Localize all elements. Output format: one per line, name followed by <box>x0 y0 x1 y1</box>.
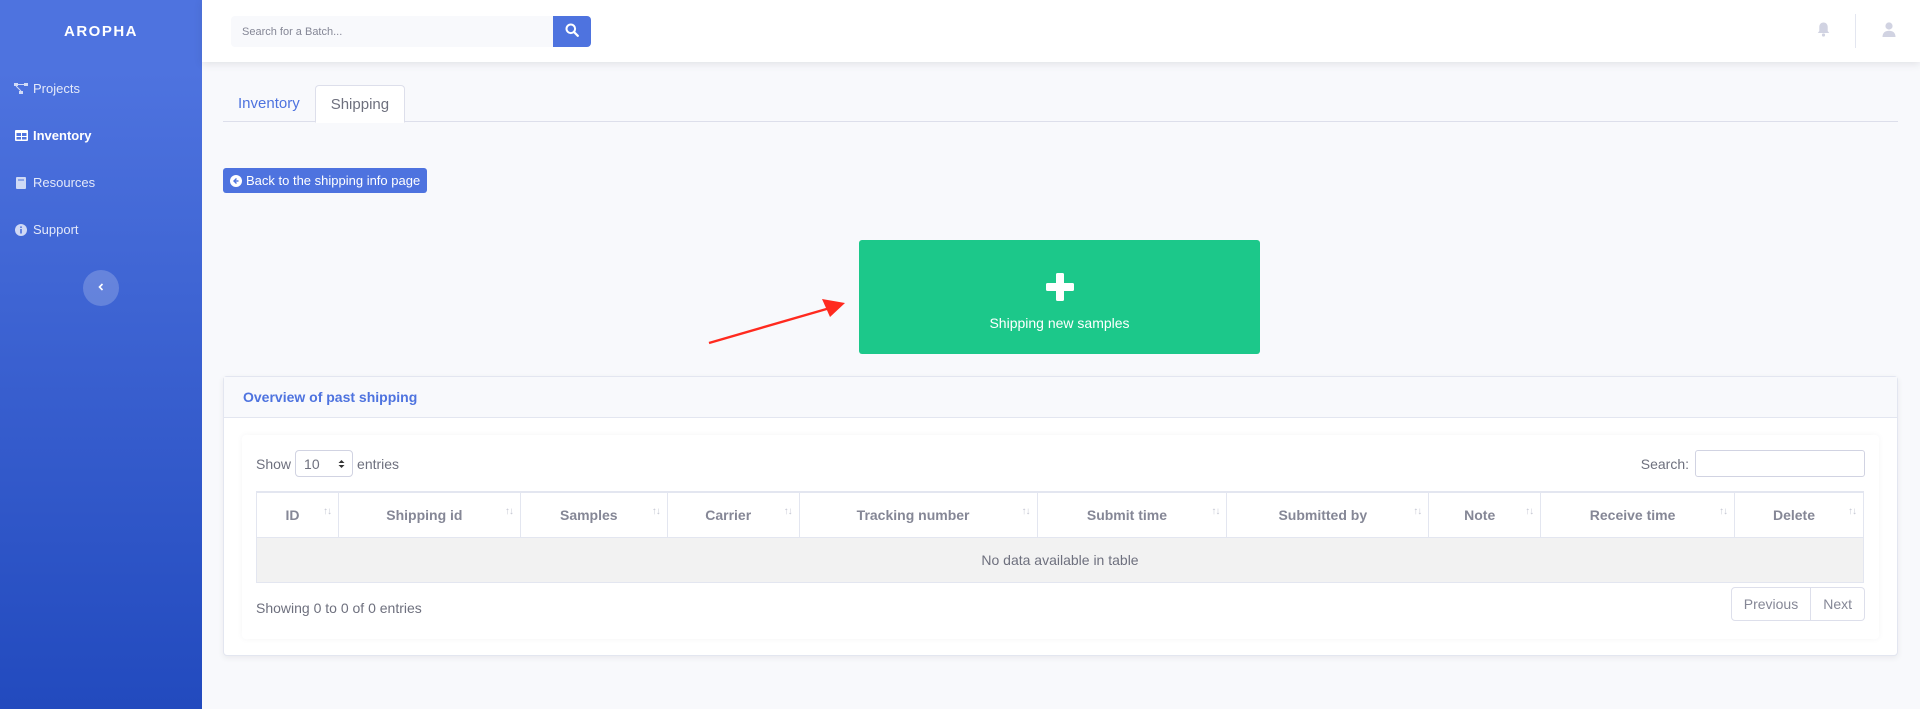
brand-logo[interactable]: AROPHA <box>0 0 202 62</box>
sort-icon: ↑↓ <box>1525 506 1534 517</box>
user-menu-button[interactable] <box>1882 22 1896 42</box>
tab-shipping[interactable]: Shipping <box>314 85 406 123</box>
back-to-shipping-info-button[interactable]: Back to the shipping info page <box>223 168 428 193</box>
entries-label: entries <box>357 455 400 472</box>
column-header-carrier[interactable]: Carrier ↑↓ <box>666 491 800 538</box>
page-length-value: 10 <box>304 455 320 472</box>
plus-icon <box>1045 272 1075 307</box>
topbar-divider <box>1855 14 1856 48</box>
page-length-select[interactable]: 10 <box>295 450 354 477</box>
column-header-receive-time[interactable]: Receive time ↑↓ <box>1540 491 1736 538</box>
sort-icon: ↑↓ <box>1848 506 1857 517</box>
column-header-samples[interactable]: Samples ↑↓ <box>519 491 668 538</box>
arrow-circle-left-icon <box>230 174 242 187</box>
sort-icon: ↑↓ <box>1719 506 1728 517</box>
sidebar-item-projects[interactable]: Projects <box>0 65 202 112</box>
sidebar: AROPHA Projects Inventory Resources Supp… <box>0 0 202 709</box>
show-label: Show <box>256 455 292 472</box>
shipping-new-samples-label: Shipping new samples <box>989 315 1130 331</box>
search-button[interactable] <box>553 16 591 47</box>
sort-icon: ↑↓ <box>322 506 332 517</box>
annotation-arrow <box>700 295 850 350</box>
empty-table-message: No data available in table <box>256 536 1864 583</box>
user-icon <box>1882 22 1896 41</box>
back-button-label: Back to the shipping info page <box>246 173 421 188</box>
project-diagram-icon <box>14 82 28 96</box>
sort-icon: ↑↓ <box>504 506 514 517</box>
column-header-id[interactable]: ID ↑↓ <box>256 491 339 538</box>
column-header-submit-time[interactable]: Submit time ↑↓ <box>1036 491 1228 538</box>
sidebar-item-label: Resources <box>33 175 96 190</box>
alerts-button[interactable] <box>1817 22 1830 42</box>
chevron-left-icon <box>97 279 105 297</box>
select-arrows-icon <box>338 456 345 472</box>
sort-icon: ↑↓ <box>1413 506 1422 517</box>
sidebar-item-label: Inventory <box>33 128 92 143</box>
info-circle-icon <box>14 223 28 237</box>
column-header-tracking-number[interactable]: Tracking number ↑↓ <box>798 491 1038 538</box>
table-info: Showing 0 to 0 of 0 entries <box>256 600 422 616</box>
column-header-submitted-by[interactable]: Submitted by ↑↓ <box>1226 491 1430 538</box>
tab-inventory[interactable]: Inventory <box>223 85 315 122</box>
sort-icon: ↑↓ <box>651 506 661 517</box>
past-shipping-card: Overview of past shipping Show 10 entrie… <box>223 376 1898 656</box>
column-header-shipping-id[interactable]: Shipping id ↑↓ <box>337 491 521 538</box>
table-search-label: Search: <box>1640 455 1689 472</box>
shipping-table: ID ↑↓ Shipping id ↑↓ Samples ↑↓ Carrier ↑↓ T… <box>256 491 1864 583</box>
previous-page-button[interactable]: Previous <box>1730 587 1812 621</box>
sort-icon: ↑↓ <box>783 506 793 517</box>
sidebar-item-inventory[interactable]: Inventory <box>0 112 202 159</box>
sidebar-toggle-button[interactable] <box>83 270 119 306</box>
next-page-button[interactable]: Next <box>1811 587 1865 621</box>
book-icon <box>14 176 28 190</box>
sidebar-item-support[interactable]: Support <box>0 206 202 253</box>
sidebar-item-label: Projects <box>33 81 80 96</box>
topbar <box>202 0 1920 62</box>
column-header-note[interactable]: Note ↑↓ <box>1428 491 1542 538</box>
sidebar-item-label: Support <box>33 222 79 237</box>
table-header-row: ID ↑↓ Shipping id ↑↓ Samples ↑↓ Carrier ↑↓ T… <box>256 491 1864 538</box>
search-icon <box>565 23 579 40</box>
table-row: No data available in table <box>256 536 1864 583</box>
table-search-input[interactable] <box>1695 450 1865 477</box>
topbar-search <box>231 16 591 47</box>
card-title: Overview of past shipping <box>224 377 1897 418</box>
pagination: Previous Next <box>1730 587 1865 621</box>
table-icon <box>14 129 28 143</box>
bell-icon <box>1817 22 1830 41</box>
sort-icon: ↑↓ <box>1021 506 1031 517</box>
datatable-wrapper: Show 10 entries Search: ID ↑↓ Shipping id… <box>242 435 1879 639</box>
shipping-new-samples-button[interactable]: Shipping new samples <box>859 240 1260 354</box>
search-input[interactable] <box>231 16 553 47</box>
column-header-delete[interactable]: Delete ↑↓ <box>1734 491 1864 538</box>
sort-icon: ↑↓ <box>1211 506 1220 517</box>
tab-bar: Inventory Shipping <box>223 85 1898 123</box>
sidebar-item-resources[interactable]: Resources <box>0 159 202 206</box>
table-search-control: Search: <box>1641 450 1865 477</box>
page-length-control: Show 10 entries <box>256 450 399 477</box>
